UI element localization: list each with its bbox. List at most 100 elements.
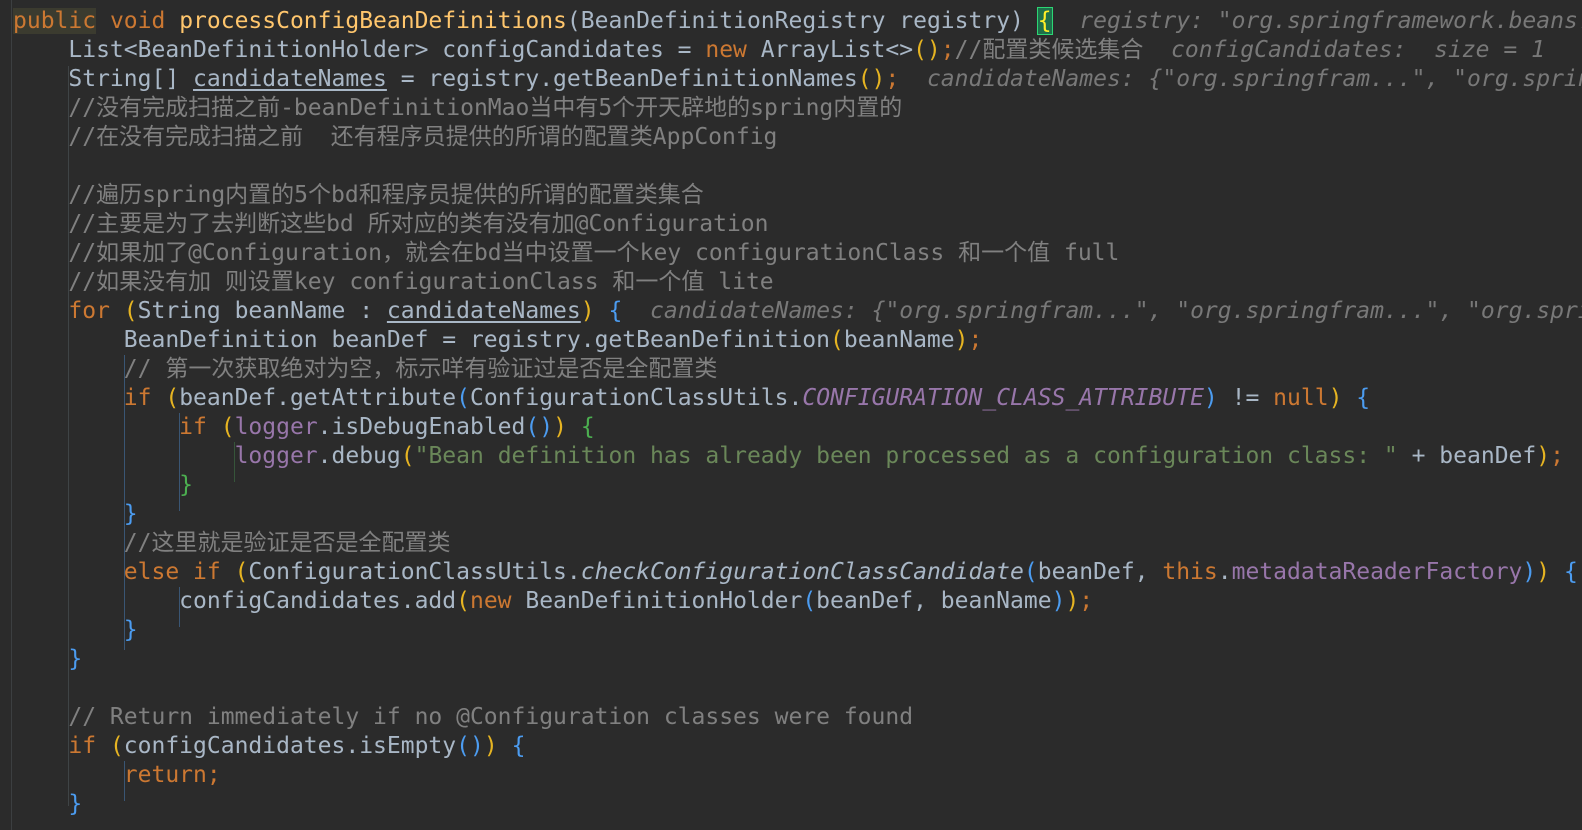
code-line[interactable]: //如果加了@Configuration，就会在bd当中设置一个key conf… — [13, 239, 1582, 268]
code-token: BeanDefinitionRegistry registry — [580, 8, 1011, 34]
code-line[interactable]: } — [13, 645, 1582, 674]
code-token: () — [525, 414, 554, 440]
code-line[interactable]: logger.debug("Bean definition has alread… — [13, 442, 1582, 471]
code-line[interactable] — [13, 674, 1582, 703]
code-token: ) — [553, 414, 567, 440]
code-line[interactable]: else if (ConfigurationClassUtils.checkCo… — [13, 558, 1582, 587]
code-line[interactable]: BeanDefinition beanDef = registry.getBea… — [13, 326, 1582, 355]
code-token: String beanName : — [137, 298, 387, 324]
code-token: ArrayList<> — [760, 37, 914, 63]
code-token: } — [179, 472, 194, 498]
code-token: new — [705, 37, 761, 63]
code-token: logger — [234, 414, 318, 440]
code-token: { — [1036, 7, 1053, 35]
code-token: ) — [1328, 385, 1343, 411]
code-token: ; — [940, 37, 955, 63]
code-token: ; — [885, 66, 900, 92]
code-token: registry: "org.springframework.beans. — [1051, 8, 1582, 34]
code-token: return — [13, 762, 207, 788]
code-token: () — [456, 733, 484, 759]
code-token: ) — [1203, 385, 1218, 411]
code-line[interactable]: //在没有完成扫描之前 还有程序员提供的所谓的配置类AppConfig — [13, 123, 1582, 152]
code-line[interactable]: } — [13, 790, 1582, 819]
code-line[interactable]: //如果没有加 则设置key configurationClass 和一个值 l… — [13, 268, 1582, 297]
code-token: .isDebugEnabled — [317, 414, 526, 440]
code-line[interactable]: for (String beanName : candidateNames) {… — [13, 297, 1582, 326]
code-token: ) — [580, 298, 595, 324]
code-token: for — [13, 298, 124, 324]
code-line[interactable]: public void processConfigBeanDefinitions… — [13, 7, 1582, 36]
code-line[interactable]: if (logger.isDebugEnabled()) { — [13, 413, 1582, 442]
code-token: candidateNames: {"org.springfram...", "o… — [899, 66, 1582, 92]
code-token: ( — [802, 588, 817, 614]
code-token: = registry.getBeanDefinitionNames — [386, 66, 858, 92]
code-line[interactable]: // 第一次获取绝对为空，标示咩有验证过是否是全配置类 — [13, 355, 1582, 384]
code-token: ( — [456, 588, 470, 614]
code-token: logger — [234, 443, 318, 469]
code-token: ConfigurationClassUtils. — [470, 385, 803, 411]
code-line[interactable]: // Return immediately if no @Configurati… — [13, 703, 1582, 732]
code-token: checkConfigurationClassCandidate — [580, 559, 1024, 585]
code-line[interactable]: //主要是为了去判断这些bd 所对应的类有没有加@Configuration — [13, 210, 1582, 239]
code-token: new — [469, 588, 526, 614]
code-line[interactable]: //没有完成扫描之前-beanDefinitionMao当中有5个开天辟地的sp… — [13, 94, 1582, 123]
code-token: candidateNames — [386, 298, 581, 324]
code-token: if — [13, 733, 110, 759]
code-token: this — [1162, 559, 1218, 585]
code-token: () — [913, 37, 941, 63]
code-line[interactable]: configCandidates.add(new BeanDefinitionH… — [13, 587, 1582, 616]
code-token: beanDef.getAttribute — [179, 385, 457, 411]
code-token: ) — [483, 733, 498, 759]
code-token: //没有完成扫描之前-beanDefinitionMao当中有5个开天辟地的sp… — [13, 95, 903, 121]
code-token: beanDef, beanName — [816, 588, 1052, 614]
code-line[interactable]: if (beanDef.getAttribute(ConfigurationCl… — [13, 384, 1582, 413]
code-token: ) — [1522, 559, 1537, 585]
code-editor[interactable]: public void processConfigBeanDefinitions… — [0, 0, 1582, 830]
code-line[interactable]: //遍历spring内置的5个bd和程序员提供的所谓的配置类集合 — [13, 181, 1582, 210]
code-token: candidateNames — [193, 66, 387, 92]
code-token: public — [13, 8, 97, 34]
code-token: ; — [1079, 588, 1094, 614]
code-token: List<BeanDefinitionHolder> configCandida… — [13, 37, 706, 63]
code-token: } — [68, 646, 83, 672]
code-line[interactable]: List<BeanDefinitionHolder> configCandida… — [13, 36, 1582, 65]
code-line[interactable]: return; — [13, 761, 1582, 790]
code-line[interactable]: if (configCandidates.isEmpty()) { — [13, 732, 1582, 761]
code-token: ( — [566, 8, 581, 34]
code-token: } — [123, 501, 138, 527]
code-token: metadataReaderFactory — [1231, 559, 1523, 585]
code-token: if — [13, 385, 166, 411]
code-token: //如果没有加 则设置key configurationClass 和一个值 l… — [13, 269, 774, 295]
code-token: configCandidates.isEmpty — [123, 733, 457, 759]
code-token: { — [1563, 559, 1578, 585]
code-token: //在没有完成扫描之前 还有程序员提供的所谓的配置类AppConfig — [13, 124, 778, 150]
code-line[interactable]: } — [13, 500, 1582, 529]
code-line[interactable]: //这里就是验证是否是全配置类 — [13, 529, 1582, 558]
code-token: // 第一次获取绝对为空，标示咩有验证过是否是全配置类 — [13, 356, 718, 382]
code-token: beanName — [843, 327, 955, 353]
code-token: ( — [829, 327, 844, 353]
code-token: ; — [1550, 443, 1564, 469]
code-token: .debug — [317, 443, 401, 469]
code-token: ) — [1536, 559, 1551, 585]
code-token: //这里就是验证是否是全配置类 — [13, 530, 451, 556]
code-token: //主要是为了去判断这些bd 所对应的类有没有加@Configuration — [13, 211, 769, 237]
code-line[interactable] — [13, 152, 1582, 181]
code-token: null — [1273, 385, 1329, 411]
code-line[interactable]: } — [13, 616, 1582, 645]
code-token: ( — [234, 559, 249, 585]
code-token: + beanDef — [1397, 443, 1537, 469]
code-line[interactable]: String[] candidateNames = registry.getBe… — [13, 65, 1582, 94]
code-token: ConfigurationClassUtils. — [248, 559, 581, 585]
code-token: configCandidates.add — [13, 588, 457, 614]
code-token: ) — [1010, 8, 1038, 34]
code-line[interactable]: } — [13, 471, 1582, 500]
code-token: () — [857, 66, 886, 92]
code-token: String[] — [13, 66, 194, 92]
